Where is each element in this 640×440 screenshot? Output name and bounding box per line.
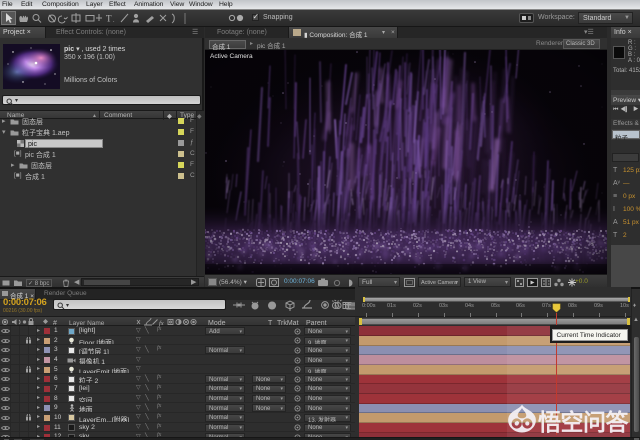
svg-text:.: . — [113, 18, 115, 24]
svg-text:T: T — [106, 14, 112, 24]
